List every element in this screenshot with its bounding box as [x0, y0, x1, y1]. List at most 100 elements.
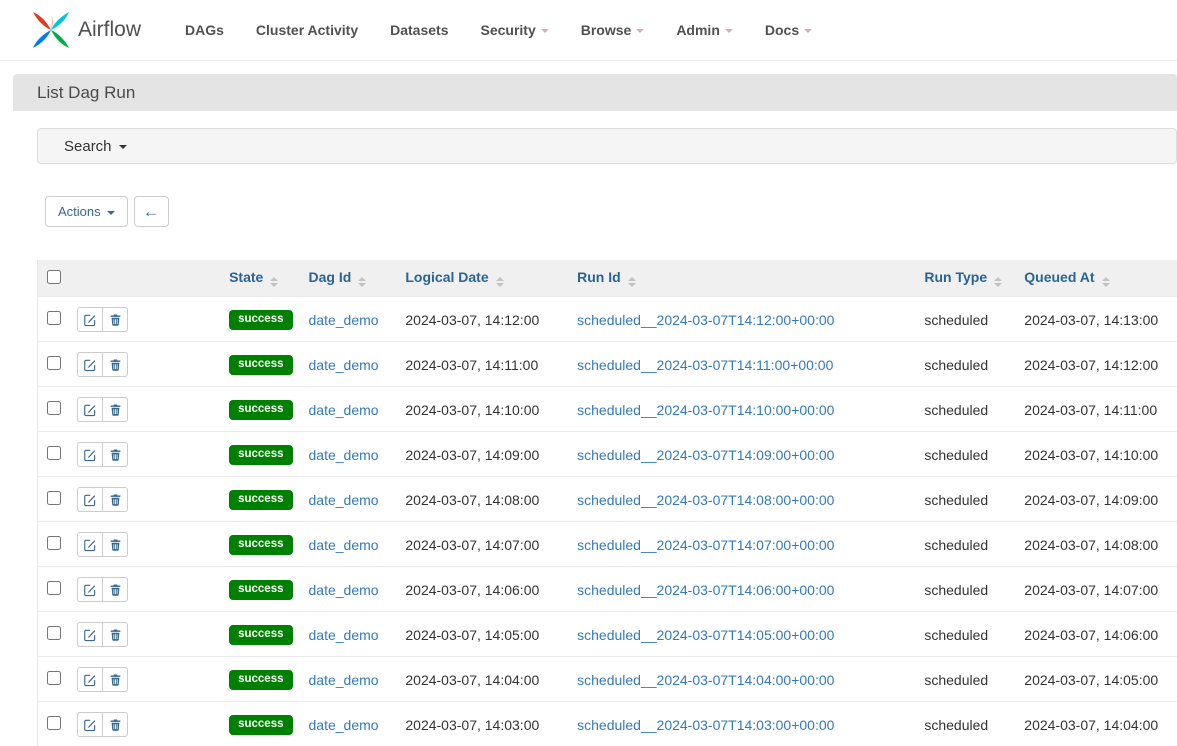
- run-id-link[interactable]: scheduled__2024-03-07T14:09:00+00:00: [577, 447, 834, 463]
- run-type-cell: scheduled: [916, 702, 1016, 746]
- nav-item-datasets[interactable]: Datasets: [374, 12, 464, 48]
- edit-button[interactable]: [77, 352, 103, 377]
- state-badge: success: [229, 625, 292, 646]
- nav-item-browse[interactable]: Browse: [565, 12, 661, 48]
- delete-button[interactable]: [102, 712, 128, 737]
- chevron-down-icon: [107, 211, 115, 215]
- run-id-link[interactable]: scheduled__2024-03-07T14:12:00+00:00: [577, 312, 834, 328]
- edit-button[interactable]: [77, 307, 103, 332]
- dag-id-link[interactable]: date_demo: [309, 627, 379, 643]
- select-all-checkbox[interactable]: [47, 270, 61, 284]
- list-dag-run-panel: List Dag Run Search Actions ←: [13, 74, 1177, 746]
- sortable-column-header[interactable]: Queued At: [1016, 260, 1177, 297]
- delete-button[interactable]: [102, 532, 128, 557]
- sort-icon[interactable]: [1102, 277, 1110, 287]
- logical-date-cell: 2024-03-07, 14:10:00: [397, 387, 569, 432]
- dag-id-link[interactable]: date_demo: [309, 312, 379, 328]
- run-id-link[interactable]: scheduled__2024-03-07T14:08:00+00:00: [577, 492, 834, 508]
- run-id-link[interactable]: scheduled__2024-03-07T14:07:00+00:00: [577, 537, 834, 553]
- dag-id-link[interactable]: date_demo: [309, 492, 379, 508]
- run-type-cell: scheduled: [916, 387, 1016, 432]
- queued-at-cell: 2024-03-07, 14:09:00: [1016, 477, 1177, 522]
- dag-id-link[interactable]: date_demo: [309, 582, 379, 598]
- delete-button[interactable]: [102, 622, 128, 647]
- table-row: success date_demo 2024-03-07, 14:12:00 s…: [38, 297, 1177, 342]
- edit-button[interactable]: [77, 532, 103, 557]
- sort-icon[interactable]: [994, 277, 1002, 287]
- trash-icon: [109, 673, 122, 687]
- dag-id-link[interactable]: date_demo: [309, 447, 379, 463]
- chevron-down-icon: [725, 29, 733, 33]
- sort-icon[interactable]: [496, 277, 504, 287]
- edit-button[interactable]: [77, 442, 103, 467]
- table-row: success date_demo 2024-03-07, 14:03:00 s…: [38, 702, 1177, 746]
- dag-id-link[interactable]: date_demo: [309, 672, 379, 688]
- edit-button[interactable]: [77, 667, 103, 692]
- chevron-down-icon: [541, 29, 549, 33]
- run-id-link[interactable]: scheduled__2024-03-07T14:10:00+00:00: [577, 402, 834, 418]
- dag-id-link[interactable]: date_demo: [309, 357, 379, 373]
- row-checkbox[interactable]: [47, 491, 61, 505]
- run-type-cell: scheduled: [916, 342, 1016, 387]
- edit-button[interactable]: [77, 577, 103, 602]
- row-checkbox[interactable]: [47, 536, 61, 550]
- nav-item-security[interactable]: Security: [464, 12, 564, 48]
- edit-button[interactable]: [77, 487, 103, 512]
- delete-button[interactable]: [102, 397, 128, 422]
- sortable-column-header[interactable]: Run Id: [569, 260, 916, 297]
- row-checkbox[interactable]: [47, 311, 61, 325]
- main-nav: DAGs Cluster Activity Datasets Security …: [169, 12, 828, 48]
- row-checkbox[interactable]: [47, 581, 61, 595]
- run-type-cell: scheduled: [916, 612, 1016, 657]
- pencil-square-icon: [83, 313, 97, 327]
- logical-date-cell: 2024-03-07, 14:09:00: [397, 432, 569, 477]
- run-id-link[interactable]: scheduled__2024-03-07T14:03:00+00:00: [577, 717, 834, 733]
- logical-date-cell: 2024-03-07, 14:07:00: [397, 522, 569, 567]
- actions-dropdown-button[interactable]: Actions: [45, 196, 128, 227]
- row-checkbox[interactable]: [47, 626, 61, 640]
- back-button[interactable]: ←: [134, 196, 169, 227]
- dag-id-link[interactable]: date_demo: [309, 402, 379, 418]
- row-checkbox[interactable]: [47, 356, 61, 370]
- sortable-column-header[interactable]: State: [221, 260, 300, 297]
- edit-button[interactable]: [77, 712, 103, 737]
- run-id-link[interactable]: scheduled__2024-03-07T14:04:00+00:00: [577, 672, 834, 688]
- nav-item-dags[interactable]: DAGs: [169, 12, 240, 48]
- edit-button[interactable]: [77, 622, 103, 647]
- search-label: Search: [64, 138, 112, 155]
- delete-button[interactable]: [102, 352, 128, 377]
- pencil-square-icon: [83, 493, 97, 507]
- delete-button[interactable]: [102, 577, 128, 602]
- nav-item-admin[interactable]: Admin: [660, 12, 749, 48]
- row-checkbox[interactable]: [47, 671, 61, 685]
- row-checkbox[interactable]: [47, 401, 61, 415]
- sort-icon[interactable]: [270, 277, 278, 287]
- logical-date-cell: 2024-03-07, 14:11:00: [397, 342, 569, 387]
- run-id-link[interactable]: scheduled__2024-03-07T14:05:00+00:00: [577, 627, 834, 643]
- sortable-column-header[interactable]: Dag Id: [301, 260, 398, 297]
- sort-icon[interactable]: [628, 277, 636, 287]
- run-id-link[interactable]: scheduled__2024-03-07T14:11:00+00:00: [577, 357, 833, 373]
- pencil-square-icon: [83, 403, 97, 417]
- edit-button[interactable]: [77, 397, 103, 422]
- row-checkbox[interactable]: [47, 716, 61, 730]
- state-badge: success: [229, 580, 292, 601]
- run-id-link[interactable]: scheduled__2024-03-07T14:06:00+00:00: [577, 582, 834, 598]
- airflow-brand[interactable]: Airflow: [30, 9, 141, 51]
- brand-title: Airflow: [78, 18, 141, 42]
- delete-button[interactable]: [102, 307, 128, 332]
- sort-icon[interactable]: [358, 277, 366, 287]
- run-type-cell: scheduled: [916, 522, 1016, 567]
- delete-button[interactable]: [102, 442, 128, 467]
- nav-item-docs[interactable]: Docs: [749, 12, 828, 48]
- dag-id-link[interactable]: date_demo: [309, 717, 379, 733]
- delete-button[interactable]: [102, 667, 128, 692]
- search-accordion-toggle[interactable]: Search: [37, 128, 1177, 164]
- sortable-column-header[interactable]: Logical Date: [397, 260, 569, 297]
- row-checkbox[interactable]: [47, 446, 61, 460]
- logical-date-cell: 2024-03-07, 14:04:00: [397, 657, 569, 702]
- dag-id-link[interactable]: date_demo: [309, 537, 379, 553]
- sortable-column-header[interactable]: Run Type: [916, 260, 1016, 297]
- delete-button[interactable]: [102, 487, 128, 512]
- nav-item-cluster-activity[interactable]: Cluster Activity: [240, 12, 374, 48]
